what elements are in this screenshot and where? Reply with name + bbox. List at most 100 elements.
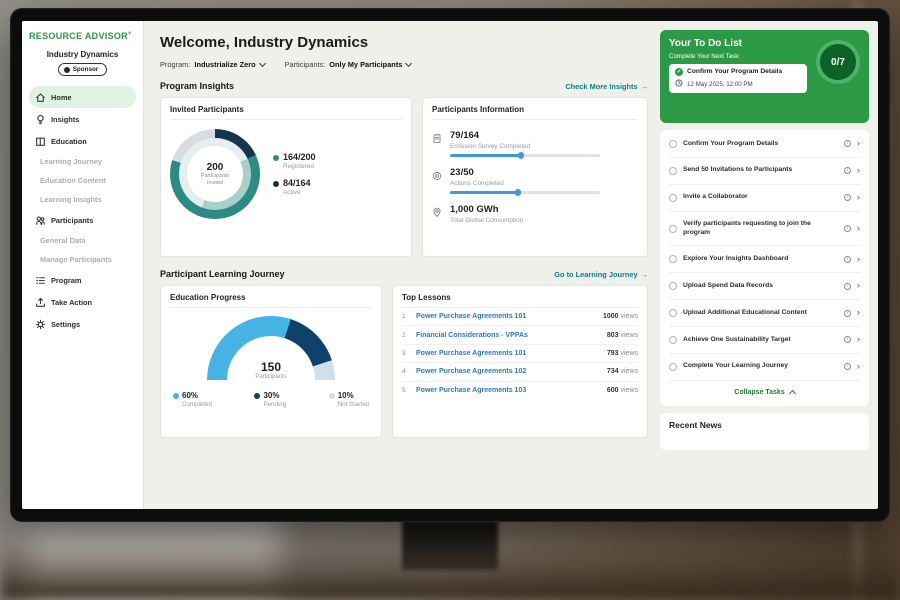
- lesson-views-value: 803: [607, 332, 619, 339]
- task-checkbox[interactable]: [669, 255, 677, 263]
- check-more-insights-link[interactable]: Check More Insights →: [565, 82, 648, 91]
- sidebar-item-take-action[interactable]: Take Action: [29, 291, 136, 313]
- info-icon[interactable]: i: [844, 167, 851, 174]
- lesson-link[interactable]: Power Purchase Agreements 101: [416, 350, 600, 357]
- upload-icon: [35, 297, 46, 308]
- program-select[interactable]: Program: Industrialize Zero: [160, 60, 265, 69]
- go-to-learning-journey-link[interactable]: Go to Learning Journey →: [554, 270, 648, 279]
- lesson-link[interactable]: Financial Considerations - VPPAs: [416, 332, 600, 339]
- info-icon[interactable]: i: [844, 256, 851, 263]
- location-pin-icon: [432, 205, 443, 223]
- lesson-row: 4 Power Purchase Agreements 102 734 view…: [402, 363, 638, 381]
- todo-summary-card: Your To Do List Complete Your Next Task:…: [660, 30, 869, 123]
- monitor-frame: RESOURCE ADVISOR+ Industry Dynamics Spon…: [10, 8, 890, 522]
- sponsor-icon: [64, 67, 70, 73]
- chevron-right-icon[interactable]: ›: [857, 362, 860, 372]
- lesson-link[interactable]: Power Purchase Agreements 103: [416, 387, 600, 394]
- info-icon[interactable]: i: [844, 140, 851, 147]
- task-row-invite-collaborator[interactable]: Invite a Collaborator i ›: [669, 185, 860, 212]
- learning-cards: Education Progress 150 Participants: [160, 285, 648, 438]
- task-checkbox[interactable]: [669, 194, 677, 202]
- sidebar-item-learning-insights[interactable]: Learning Insights: [29, 190, 136, 209]
- sidebar-item-insights[interactable]: Insights: [29, 108, 136, 130]
- card-title: Education Progress: [170, 293, 372, 308]
- task-checkbox[interactable]: [669, 309, 677, 317]
- task-checkbox[interactable]: [669, 336, 677, 344]
- task-checkbox[interactable]: [669, 140, 677, 148]
- task-row-upload-spend-data[interactable]: Upload Spend Data Records i ›: [669, 273, 860, 300]
- sidebar-item-settings[interactable]: Settings: [29, 313, 136, 335]
- chevron-right-icon[interactable]: ›: [857, 139, 860, 149]
- info-icon[interactable]: i: [844, 283, 851, 290]
- task-label: Explore Your Insights Dashboard: [683, 255, 838, 264]
- todo-panel: Your To Do List Complete Your Next Task:…: [660, 21, 878, 509]
- task-checkbox[interactable]: [669, 363, 677, 371]
- clipboard-icon: [432, 131, 443, 149]
- lesson-link[interactable]: Power Purchase Agreements 102: [416, 368, 600, 375]
- sidebar-item-manage-participants[interactable]: Manage Participants: [29, 250, 136, 269]
- task-checkbox[interactable]: [669, 282, 677, 290]
- chevron-right-icon[interactable]: ›: [857, 281, 860, 291]
- lesson-views-value: 734: [607, 368, 619, 375]
- task-label: Complete Your Learning Journey: [683, 362, 838, 371]
- info-icon[interactable]: i: [844, 194, 851, 201]
- page-title: Welcome, Industry Dynamics: [160, 34, 648, 51]
- chevron-down-icon: [259, 59, 266, 66]
- brand-name: RESOURCE ADVISOR: [29, 31, 128, 41]
- sidebar: RESOURCE ADVISOR+ Industry Dynamics Spon…: [22, 21, 144, 509]
- info-icon[interactable]: i: [844, 336, 851, 343]
- donut-center-label: Participants Invited: [195, 173, 235, 187]
- sidebar-item-home[interactable]: Home: [29, 86, 136, 108]
- next-task-time: 12 May 2025, 12:00 PM: [687, 81, 753, 88]
- collapse-tasks-button[interactable]: Collapse Tasks: [669, 381, 860, 405]
- sidebar-item-education[interactable]: Education: [29, 130, 136, 152]
- task-row-explore-insights[interactable]: Explore Your Insights Dashboard i ›: [669, 246, 860, 273]
- people-icon: [35, 215, 46, 226]
- lesson-rank: 1: [402, 313, 409, 320]
- chevron-up-icon: [789, 390, 796, 397]
- arrow-right-icon: →: [641, 82, 648, 91]
- participants-select[interactable]: Participants: Only My Participants: [285, 60, 412, 69]
- sidebar-item-participants[interactable]: Participants: [29, 209, 136, 231]
- sidebar-item-general-data[interactable]: General Data: [29, 231, 136, 250]
- task-row-achieve-sustainability-target[interactable]: Achieve One Sustainability Target i ›: [669, 327, 860, 354]
- section-title: Program Insights: [160, 81, 234, 91]
- chevron-right-icon[interactable]: ›: [857, 308, 860, 318]
- card-title: Participants Information: [432, 105, 638, 120]
- legend-dot: [254, 393, 260, 399]
- chevron-right-icon[interactable]: ›: [857, 166, 860, 176]
- sidebar-item-label: Take Action: [51, 298, 92, 307]
- sidebar-item-learning-journey[interactable]: Learning Journey: [29, 152, 136, 171]
- chevron-right-icon[interactable]: ›: [857, 224, 860, 234]
- program-value: Industrialize Zero: [194, 60, 255, 69]
- task-checkbox[interactable]: [669, 225, 677, 233]
- info-icon[interactable]: i: [844, 225, 851, 232]
- task-label: Achieve One Sustainability Target: [683, 336, 838, 345]
- lesson-row: 2 Financial Considerations - VPPAs 803 v…: [402, 326, 638, 344]
- legend-item-active: 84/164 Active: [273, 178, 316, 196]
- sidebar-item-label: Program: [51, 276, 81, 285]
- sidebar-item-program[interactable]: Program: [29, 269, 136, 291]
- task-row-send-invitations[interactable]: Send 50 Invitations to Participants i ›: [669, 158, 860, 185]
- invited-legend: 164/200 Registered 84/164 Active: [273, 144, 316, 204]
- task-checkbox[interactable]: [669, 167, 677, 175]
- gear-icon: [35, 319, 46, 330]
- sponsor-badge[interactable]: Sponsor: [58, 63, 108, 76]
- actions-progress-bar: [450, 191, 600, 195]
- chevron-right-icon[interactable]: ›: [857, 255, 860, 265]
- task-row-complete-learning-journey[interactable]: Complete Your Learning Journey i ›: [669, 354, 860, 381]
- lesson-link[interactable]: Power Purchase Agreements 101: [416, 313, 596, 320]
- sidebar-item-education-content[interactable]: Education Content: [29, 171, 136, 190]
- chevron-down-icon: [405, 59, 412, 66]
- chevron-right-icon[interactable]: ›: [857, 335, 860, 345]
- chevron-right-icon[interactable]: ›: [857, 193, 860, 203]
- task-row-confirm-program[interactable]: Confirm Your Program Details i ›: [669, 131, 860, 158]
- task-row-verify-participants[interactable]: Verify participants requesting to join t…: [669, 212, 860, 247]
- lesson-views-value: 793: [607, 350, 619, 357]
- task-row-upload-educational-content[interactable]: Upload Additional Educational Content i …: [669, 300, 860, 327]
- info-icon[interactable]: i: [844, 363, 851, 370]
- sidebar-item-label: Settings: [51, 320, 80, 329]
- info-icon[interactable]: i: [844, 310, 851, 317]
- task-label: Upload Spend Data Records: [683, 282, 838, 291]
- next-task-pill[interactable]: ✓ Confirm Your Program Details 12 May 20…: [669, 64, 807, 94]
